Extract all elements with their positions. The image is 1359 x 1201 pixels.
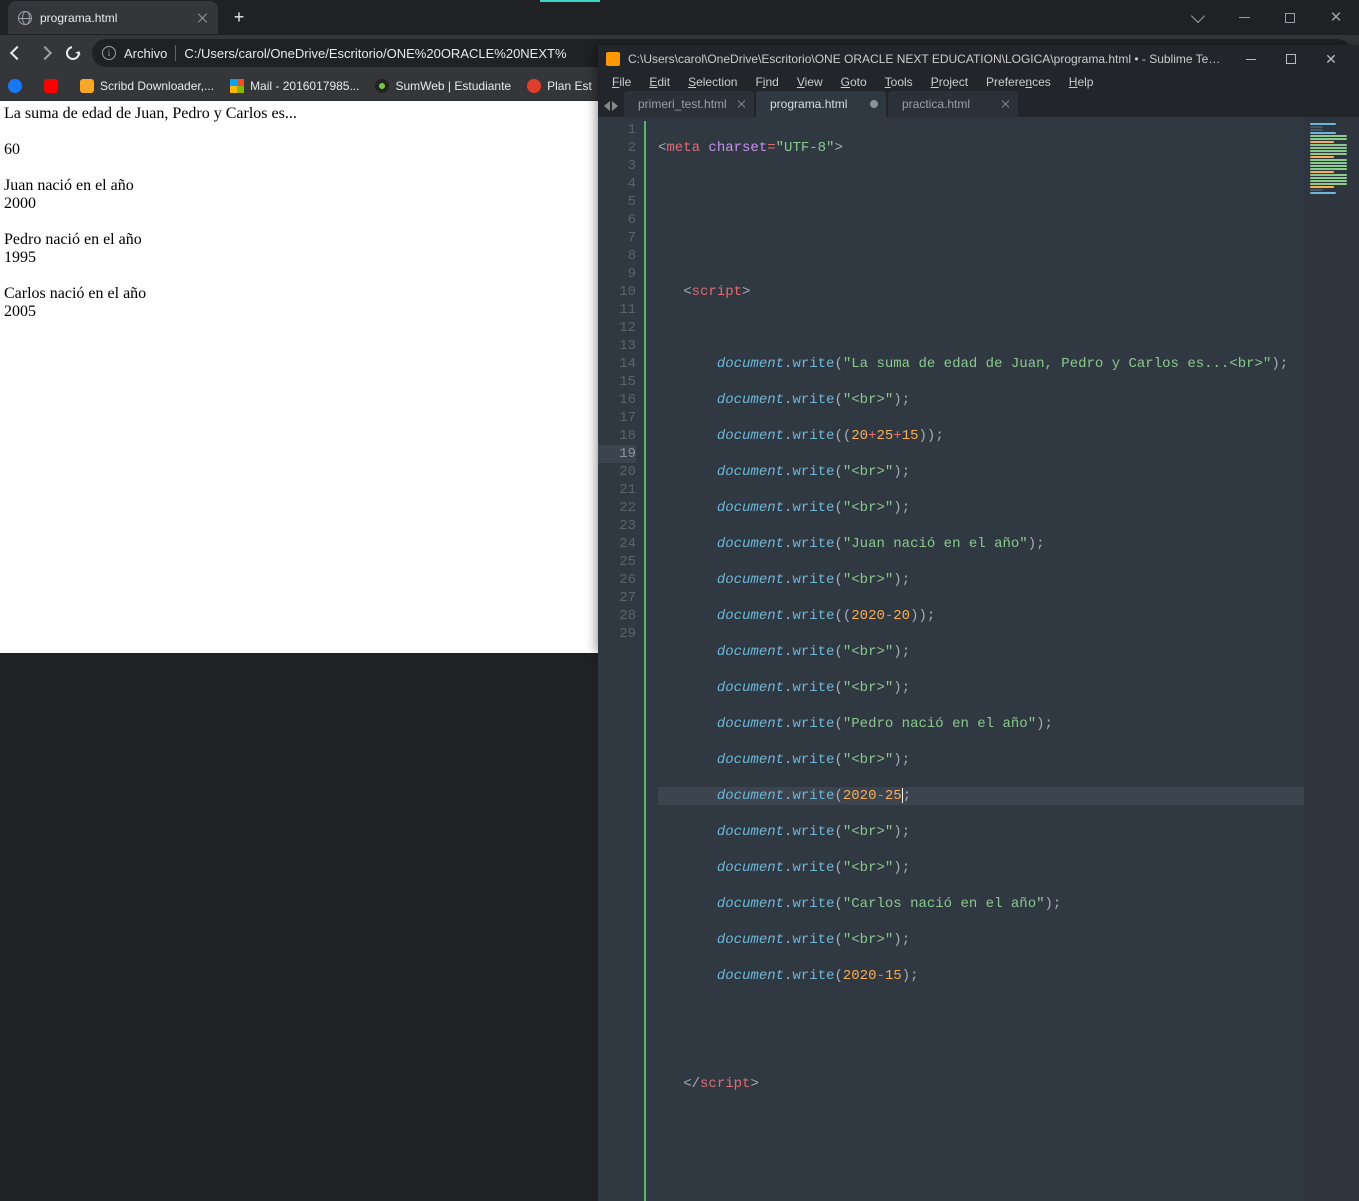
sublime-minimize-button[interactable]: [1231, 45, 1271, 73]
bookmark-plan[interactable]: Plan Est: [527, 79, 592, 93]
menu-selection[interactable]: Selection: [680, 73, 745, 91]
back-button[interactable]: [8, 44, 26, 62]
chevron-left-icon: [604, 101, 610, 111]
separator: [175, 45, 176, 61]
fold-strip: [644, 121, 654, 1201]
tab-nav-arrows[interactable]: [604, 101, 624, 117]
window-controls: ✕: [1175, 0, 1359, 35]
sublime-window-controls: ✕: [1231, 45, 1351, 73]
facebook-icon: [8, 79, 22, 93]
editor-tab-label: practica.html: [902, 97, 970, 111]
sublime-title: C:\Users\carol\OneDrive\Escritorio\ONE O…: [628, 52, 1223, 66]
close-icon[interactable]: [1002, 100, 1010, 108]
menu-edit[interactable]: Edit: [641, 73, 678, 91]
globe-icon: [18, 11, 32, 25]
menu-view[interactable]: View: [789, 73, 831, 91]
minimap[interactable]: [1304, 117, 1359, 1201]
menu-project[interactable]: Project: [923, 73, 976, 91]
chevron-right-icon: [612, 101, 618, 111]
minimize-button[interactable]: [1221, 0, 1267, 35]
close-button[interactable]: ✕: [1313, 0, 1359, 35]
window-focus-indicator: [540, 0, 600, 2]
menu-file[interactable]: File: [604, 73, 639, 91]
line-number-gutter: 1234567891011121314151617181920212223242…: [598, 117, 644, 1201]
close-icon[interactable]: [738, 100, 746, 108]
close-icon[interactable]: [198, 13, 208, 23]
bookmark-scribd[interactable]: Scribd Downloader,...: [80, 79, 214, 93]
youtube-icon: [44, 79, 58, 93]
url-scheme-label: Archivo: [124, 46, 167, 61]
sublime-titlebar: C:\Users\carol\OneDrive\Escritorio\ONE O…: [598, 45, 1359, 73]
bookmark-label: Plan Est: [547, 79, 592, 93]
sublime-tab-bar: primeri_test.html programa.html practica…: [598, 91, 1359, 117]
dirty-dot-icon: [870, 100, 878, 108]
maximize-button[interactable]: [1267, 0, 1313, 35]
sublime-logo-icon: [606, 52, 620, 66]
editor-tab-label: programa.html: [770, 97, 847, 111]
sublime-close-button[interactable]: ✕: [1311, 45, 1351, 73]
chevron-down-icon[interactable]: [1175, 0, 1221, 35]
menu-tools[interactable]: Tools: [877, 73, 921, 91]
bookmark-facebook[interactable]: [8, 79, 28, 93]
menu-find[interactable]: Find: [747, 73, 786, 91]
bookmark-label: Scribd Downloader,...: [100, 79, 214, 93]
sumweb-icon: [375, 79, 389, 93]
editor-tab-programa[interactable]: programa.html: [756, 91, 886, 117]
forward-button[interactable]: [36, 44, 54, 62]
browser-tab-bar: programa.html +: [0, 0, 1359, 35]
editor-tab-practica[interactable]: practica.html: [888, 91, 1018, 117]
scribd-icon: [80, 79, 94, 93]
sublime-menu-bar: File Edit Selection Find View Goto Tools…: [598, 73, 1359, 91]
tab-title: programa.html: [40, 11, 117, 25]
menu-preferences[interactable]: Preferences: [978, 73, 1059, 91]
menu-help[interactable]: Help: [1061, 73, 1102, 91]
code-area[interactable]: <meta charset="UTF-8"> <script> document…: [654, 117, 1304, 1201]
new-tab-button[interactable]: +: [226, 5, 252, 31]
bookmark-sumweb[interactable]: SumWeb | Estudiante: [375, 79, 511, 93]
bookmark-youtube[interactable]: [44, 79, 64, 93]
url-path: C:/Users/carol/OneDrive/Escritorio/ONE%2…: [184, 46, 566, 61]
menu-goto[interactable]: Goto: [833, 73, 875, 91]
microsoft-icon: [230, 79, 244, 93]
editor-body: 1234567891011121314151617181920212223242…: [598, 117, 1359, 1201]
browser-tab[interactable]: programa.html: [8, 1, 218, 34]
bookmark-mail[interactable]: Mail - 2016017985...: [230, 79, 359, 93]
canvas-icon: [527, 79, 541, 93]
bookmark-label: Mail - 2016017985...: [250, 79, 359, 93]
bookmark-label: SumWeb | Estudiante: [395, 79, 511, 93]
reload-button[interactable]: [64, 44, 82, 62]
info-icon: i: [102, 46, 116, 60]
sublime-maximize-button[interactable]: [1271, 45, 1311, 73]
editor-tab-primeri[interactable]: primeri_test.html: [624, 91, 754, 117]
sublime-window: C:\Users\carol\OneDrive\Escritorio\ONE O…: [598, 45, 1359, 653]
editor-tab-label: primeri_test.html: [638, 97, 727, 111]
